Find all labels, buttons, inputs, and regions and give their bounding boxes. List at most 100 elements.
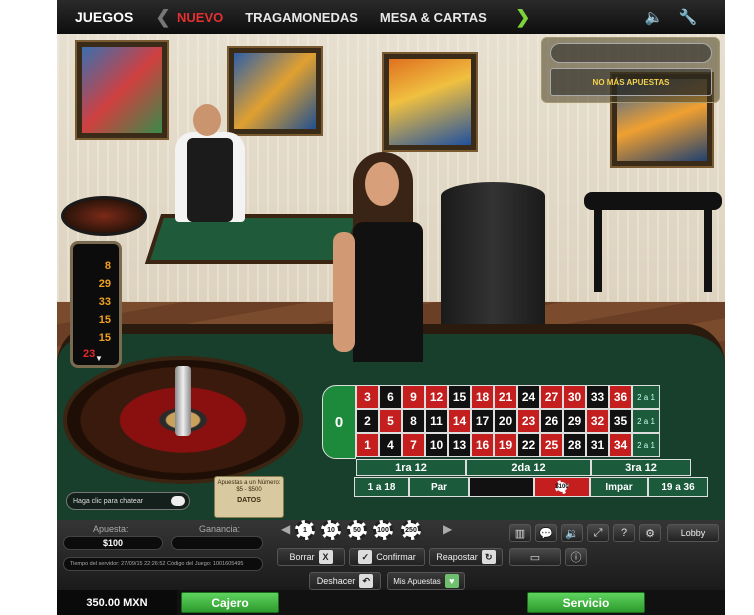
chat-bubble-icon[interactable] <box>171 496 185 506</box>
bet-spot-number[interactable]: 13 <box>448 433 471 457</box>
page-margin-right <box>725 0 754 615</box>
bet-spot-number[interactable]: 21 <box>494 385 517 409</box>
bottom-bar: 350.00 MXN Cajero Servicio <box>57 590 725 615</box>
bet-spot-number[interactable]: 5 <box>379 409 402 433</box>
bet-spot-number[interactable]: 20 <box>494 409 517 433</box>
chip-50[interactable]: 50 <box>347 520 367 540</box>
heart-icon: ♥ <box>444 574 459 588</box>
bet-spot-number[interactable]: 9 <box>402 385 425 409</box>
help-icon[interactable]: ? <box>613 524 635 542</box>
chevron-left-icon[interactable]: ❮ <box>149 7 177 28</box>
timer-bar <box>550 43 712 63</box>
refresh-icon: ↻ <box>481 550 496 564</box>
bet-spot-number[interactable]: 30 <box>563 385 586 409</box>
bet-spot-number[interactable]: 31 <box>586 433 609 457</box>
rebet-button[interactable]: Reapostar ↻ <box>429 548 503 566</box>
tab-nuevo[interactable]: NUEVO <box>177 10 223 25</box>
top-nav: JUEGOS ❮ NUEVO TRAGAMONEDAS MESA & CARTA… <box>57 0 725 34</box>
chip-100[interactable]: 100 <box>373 520 393 540</box>
table-limits-card[interactable]: Apuestas a un Número: $5 - $500 DATOS <box>214 476 284 518</box>
bet-spot-number[interactable]: 12 <box>425 385 448 409</box>
bet-spot-number[interactable]: 19 <box>494 433 517 457</box>
bet-spot-number[interactable]: 11 <box>425 409 448 433</box>
bet-spot-number[interactable]: 25 <box>540 433 563 457</box>
bet-spot-number[interactable]: 17 <box>471 409 494 433</box>
bet-spot-number[interactable]: 22 <box>517 433 540 457</box>
volume-icon[interactable]: 🔉 <box>561 524 583 542</box>
page-margin-left <box>0 0 57 615</box>
bet-spot-number[interactable]: 15 <box>448 385 471 409</box>
bet-spot-number[interactable]: 29 <box>563 409 586 433</box>
bet-spot-dozen-3[interactable]: 3ra 12 <box>591 459 691 476</box>
bet-spot-number[interactable]: 26 <box>540 409 563 433</box>
bet-spot-zero[interactable]: 0 <box>322 385 356 459</box>
bet-spot-number[interactable]: 3 <box>356 385 379 409</box>
bet-spot-1-18[interactable]: 1 a 18 <box>354 477 409 497</box>
bet-spot-number[interactable]: 18 <box>471 385 494 409</box>
wrench-icon[interactable]: 🔧 <box>671 8 705 26</box>
bet-spot-column[interactable]: 2 a 1 <box>632 409 660 433</box>
nav-brand[interactable]: JUEGOS <box>75 9 149 25</box>
bet-spot-number[interactable]: 34 <box>609 433 632 457</box>
chevron-right-icon[interactable]: ❯ <box>509 7 537 28</box>
bet-spot-number[interactable]: 27 <box>540 385 563 409</box>
bet-spot-number[interactable]: 2 <box>356 409 379 433</box>
undo-button[interactable]: Deshacer ↶ <box>309 572 381 590</box>
chip-1[interactable]: 1 <box>295 520 315 540</box>
settings-icon[interactable]: ⚙ <box>639 524 661 542</box>
chevron-down-icon[interactable]: ▼ <box>95 354 103 363</box>
lobby-button[interactable]: Lobby <box>667 524 719 542</box>
clear-button[interactable]: Borrar X <box>277 548 345 566</box>
tab-tragamonedas[interactable]: TRAGAMONEDAS <box>245 10 358 25</box>
bet-spot-number[interactable]: 35 <box>609 409 632 433</box>
stats-icon[interactable]: ▥ <box>509 524 531 542</box>
chat-icon[interactable]: 💬 <box>535 524 557 542</box>
bet-spot-number[interactable]: 7 <box>402 433 425 457</box>
chip-next-icon[interactable]: ▶ <box>443 522 452 536</box>
bet-spot-number[interactable]: 16 <box>471 433 494 457</box>
bet-spot-black[interactable] <box>469 477 534 497</box>
female-dealer <box>333 152 443 362</box>
history-result: 33 <box>98 296 111 308</box>
bet-spot-number[interactable]: 6 <box>379 385 402 409</box>
history-result: 23 <box>83 348 96 360</box>
bet-spot-19-36[interactable]: 19 a 36 <box>648 477 708 497</box>
bet-spot-number[interactable]: 32 <box>586 409 609 433</box>
bet-spot-number[interactable]: 4 <box>379 433 402 457</box>
limits-details-link[interactable]: DATOS <box>215 497 283 504</box>
bet-spot-number[interactable]: 33 <box>586 385 609 409</box>
service-button[interactable]: Servicio <box>527 592 645 613</box>
bet-spot-column[interactable]: 2 a 1 <box>632 385 660 409</box>
side-table <box>584 192 722 292</box>
chat-input[interactable]: Haga clic para chatear <box>66 492 190 510</box>
bet-spot-number[interactable]: 8 <box>402 409 425 433</box>
bet-spot-number[interactable]: 23 <box>517 409 540 433</box>
tab-mesa-cartas[interactable]: MESA & CARTAS <box>380 10 487 25</box>
bet-spot-odd[interactable]: Impar <box>590 477 648 497</box>
bet-spot-number[interactable]: 1 <box>356 433 379 457</box>
bet-spot-dozen-2[interactable]: 2da 12 <box>466 459 591 476</box>
speaker-icon[interactable]: 🔈 <box>637 8 671 26</box>
my-bets-label: Mis Apuestas <box>393 576 441 586</box>
confirm-button[interactable]: ✓ Confirmar <box>349 548 425 566</box>
fullscreen-icon[interactable]: ⤢ <box>587 524 609 542</box>
bet-spot-number[interactable]: 24 <box>517 385 540 409</box>
chip-10[interactable]: 10 <box>321 520 341 540</box>
video-size-icon[interactable]: ▭ <box>509 548 561 566</box>
bet-spot-red[interactable]: $100 <box>534 477 590 497</box>
chip-prev-icon[interactable]: ◀ <box>281 522 290 536</box>
info-icon[interactable]: ⓘ <box>565 548 587 566</box>
bet-spot-even[interactable]: Par <box>409 477 469 497</box>
my-bets-button[interactable]: Mis Apuestas ♥ <box>387 572 465 590</box>
cashier-button[interactable]: Cajero <box>181 592 279 613</box>
bet-spot-column[interactable]: 2 a 1 <box>632 433 660 457</box>
bet-spot-number[interactable]: 10 <box>425 433 448 457</box>
bet-label: Apuesta: <box>93 524 129 534</box>
bet-spot-number[interactable]: 28 <box>563 433 586 457</box>
undo-icon: ↶ <box>359 574 374 588</box>
wheel-spindle <box>175 366 191 436</box>
bet-spot-number[interactable]: 14 <box>448 409 471 433</box>
chip-250[interactable]: 250 <box>401 520 421 540</box>
bet-spot-dozen-1[interactable]: 1ra 12 <box>356 459 466 476</box>
bet-spot-number[interactable]: 36 <box>609 385 632 409</box>
